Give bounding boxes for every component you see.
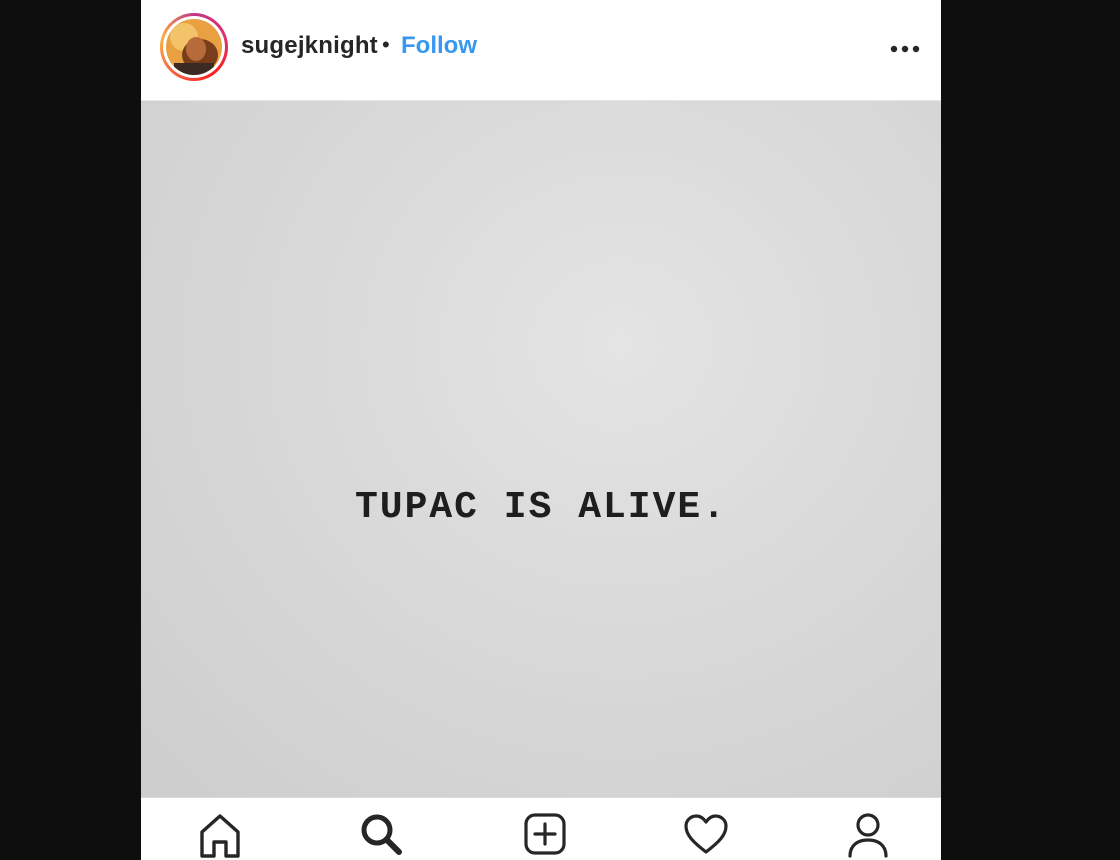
separator-dot: • — [382, 32, 390, 57]
search-icon — [361, 814, 402, 855]
home-icon — [200, 814, 240, 858]
nav-search-button[interactable] — [356, 812, 406, 860]
nav-home-button[interactable] — [195, 812, 245, 860]
username-link[interactable]: sugejknight — [241, 32, 378, 60]
profile-icon — [848, 813, 888, 858]
nav-new-post-button[interactable] — [520, 812, 570, 860]
new-post-icon — [524, 813, 566, 855]
avatar[interactable] — [160, 13, 228, 81]
heart-icon — [684, 814, 728, 854]
bottom-nav-bar — [141, 797, 941, 860]
more-horizontal-icon — [890, 45, 920, 53]
post-image[interactable]: TUPAC IS ALIVE. — [141, 101, 941, 797]
instagram-post-frame: sugejknight • Follow TUPAC IS ALIVE. — [141, 0, 941, 860]
post-header: sugejknight • Follow — [141, 0, 941, 101]
nav-activity-button[interactable] — [681, 812, 731, 860]
avatar-photo — [166, 19, 222, 75]
post-image-text: TUPAC IS ALIVE. — [354, 486, 728, 529]
nav-profile-button[interactable] — [843, 812, 893, 860]
more-options-button[interactable] — [885, 34, 925, 64]
follow-button[interactable]: Follow — [401, 32, 477, 60]
